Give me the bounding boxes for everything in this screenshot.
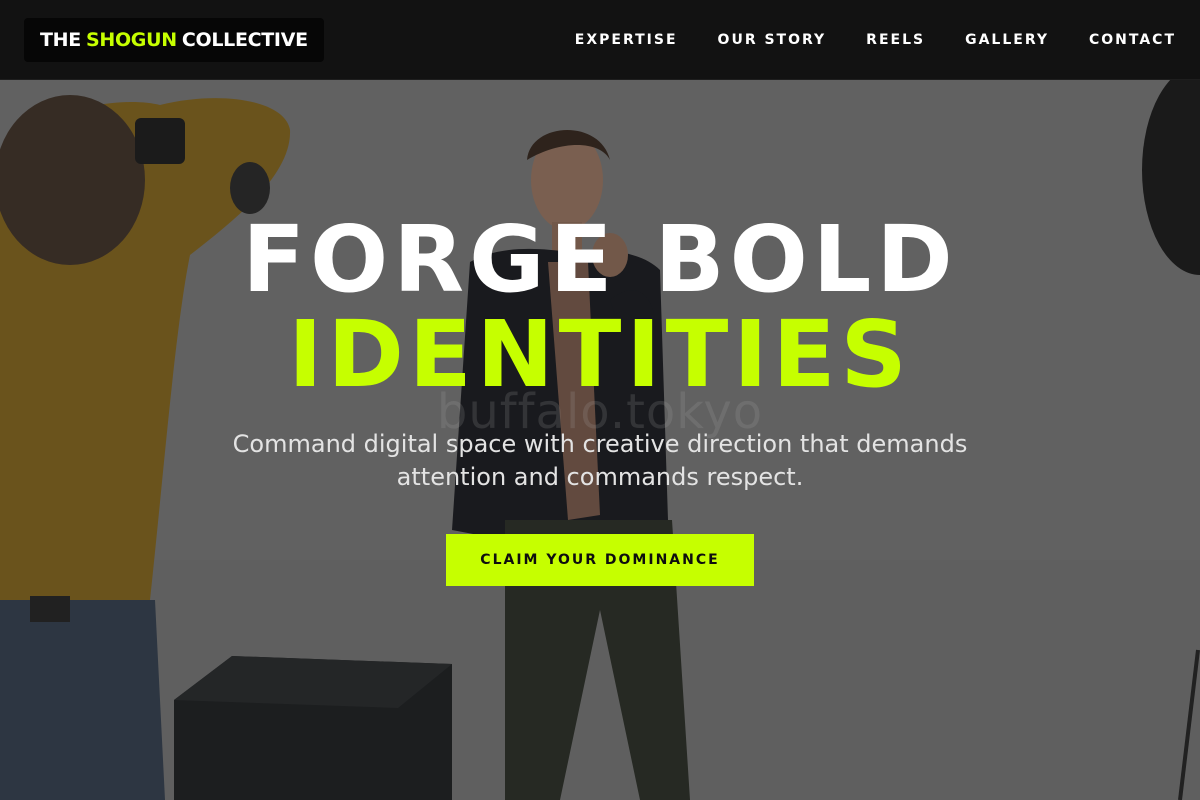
claim-dominance-button[interactable]: CLAIM YOUR DOMINANCE bbox=[446, 534, 754, 586]
hero-content: buffalo.tokyo FORGE BOLD IDENTITIES Comm… bbox=[0, 0, 1200, 800]
hero-subtitle-line2: attention and commands respect. bbox=[396, 463, 804, 491]
hero-headline-line2: IDENTITIES bbox=[288, 301, 912, 408]
hero-subtitle-line1: Command digital space with creative dire… bbox=[232, 430, 968, 458]
hero-subtitle: Command digital space with creative dire… bbox=[0, 428, 1200, 494]
hero-headline-line1: FORGE BOLD bbox=[242, 206, 958, 313]
